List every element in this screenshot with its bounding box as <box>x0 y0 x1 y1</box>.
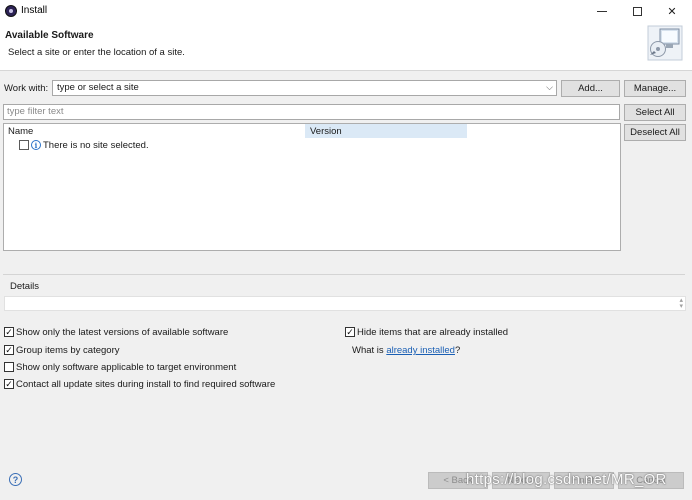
contact-all-sites-label[interactable]: Contact all update sites during install … <box>16 379 275 390</box>
eclipse-icon <box>5 5 17 17</box>
work-with-label: Work with: <box>4 83 49 94</box>
scroll-arrows-icon[interactable]: ▴ ▾ <box>679 297 683 310</box>
work-with-combo[interactable]: type or select a site ⌵ <box>52 80 557 96</box>
divider <box>3 274 685 275</box>
help-icon[interactable]: ? <box>9 473 22 486</box>
hide-installed-checkbox[interactable]: ✓ <box>345 327 355 337</box>
what-is-suffix: ? <box>454 345 461 356</box>
column-header-name[interactable]: Name <box>8 126 33 137</box>
already-installed-link[interactable]: already installed <box>386 345 455 356</box>
column-header-version[interactable]: Version <box>305 124 467 138</box>
latest-versions-label[interactable]: Show only the latest versions of availab… <box>16 327 228 338</box>
minimize-icon <box>597 10 607 12</box>
page-title: Available Software <box>5 30 94 41</box>
minimize-button[interactable] <box>585 0 619 22</box>
window-title: Install <box>21 5 48 16</box>
group-by-category-checkbox[interactable]: ✓ <box>4 345 14 355</box>
work-with-value: type or select a site <box>57 82 139 93</box>
tree-row-text: There is no site selected. <box>43 140 149 151</box>
applicable-only-checkbox[interactable] <box>4 362 14 372</box>
row-checkbox[interactable] <box>19 140 29 150</box>
add-button[interactable]: Add... <box>561 80 620 97</box>
install-software-icon <box>647 25 683 61</box>
latest-versions-checkbox[interactable]: ✓ <box>4 327 14 337</box>
what-is-installed-text: What is already installed? <box>352 345 460 356</box>
deselect-all-button[interactable]: Deselect All <box>624 124 686 141</box>
maximize-button[interactable] <box>620 0 654 22</box>
group-by-category-label[interactable]: Group items by category <box>16 345 120 356</box>
manage-button[interactable]: Manage... <box>624 80 686 97</box>
hide-installed-label[interactable]: Hide items that are already installed <box>357 327 508 338</box>
chevron-down-icon[interactable]: ⌵ <box>546 82 553 93</box>
details-label: Details <box>10 281 40 292</box>
page-description: Select a site or enter the location of a… <box>8 47 185 58</box>
info-icon: i <box>31 140 41 150</box>
close-button[interactable]: ✕ <box>655 0 689 22</box>
contact-all-sites-checkbox[interactable]: ✓ <box>4 379 14 389</box>
what-is-prefix: What is <box>352 345 387 356</box>
maximize-icon <box>632 6 642 16</box>
select-all-button[interactable]: Select All <box>624 104 686 121</box>
filter-input[interactable]: type filter text <box>3 104 620 120</box>
close-icon: ✕ <box>667 5 677 18</box>
watermark: https://blog.csdn.net/MR_OR <box>466 471 667 488</box>
applicable-only-label[interactable]: Show only software applicable to target … <box>16 362 236 373</box>
details-text-area[interactable]: ▴ ▾ <box>4 296 686 311</box>
